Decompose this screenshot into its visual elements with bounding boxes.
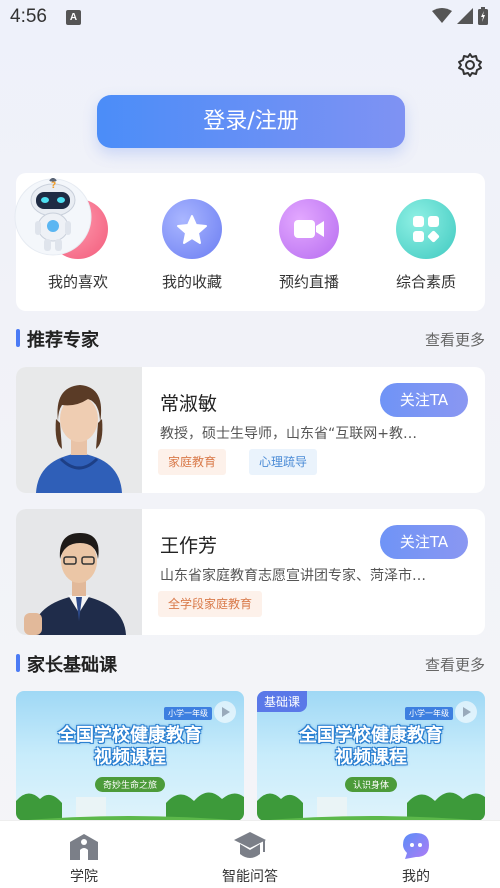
course-subtitle: 认识身体: [257, 773, 485, 792]
login-register-button[interactable]: 登录/注册: [97, 95, 405, 148]
course-card[interactable]: 基础课 小学一年级 全国学校健康教育 视频课程 认识身体: [257, 691, 485, 821]
courses-more-link[interactable]: 查看更多: [425, 654, 485, 675]
expert-tag: 家庭教育: [158, 449, 227, 475]
course-title-line2: 视频课程: [94, 747, 166, 768]
course-title-line2: 视频课程: [335, 747, 407, 768]
course-grade: 小学一年级: [405, 707, 453, 720]
play-icon[interactable]: [214, 701, 236, 723]
course-subtitle-text: 认识身体: [344, 777, 397, 792]
video-icon: [279, 199, 339, 259]
notification-icon: A: [66, 10, 81, 25]
quick-action-favorites[interactable]: 我的收藏: [142, 199, 242, 292]
expert-tag: 全学段家庭教育: [158, 591, 263, 617]
wifi-icon: [432, 8, 452, 23]
status-time: 4:56: [10, 6, 47, 27]
experts-more-link[interactable]: 查看更多: [425, 329, 485, 350]
academy-icon: [67, 829, 101, 863]
course-title: 全国学校健康教育 视频课程: [257, 725, 485, 769]
chat-bubble-icon: [399, 829, 433, 863]
tab-label: 学院: [70, 869, 98, 885]
expert-description: 山东省家庭教育志愿宣讲团专家、菏泽市…: [160, 568, 426, 584]
star-icon: [162, 199, 222, 259]
quick-action-label: 我的喜欢: [47, 273, 108, 291]
gear-icon[interactable]: [457, 52, 483, 78]
course-card[interactable]: 小学一年级 全国学校健康教育 视频课程 奇妙生命之旅: [16, 691, 244, 821]
graduation-cap-icon: [233, 829, 267, 863]
tab-mine[interactable]: 我的: [366, 829, 466, 886]
robot-assistant-icon[interactable]: ?: [10, 176, 96, 258]
quick-action-live[interactable]: 预约直播: [259, 199, 359, 292]
expert-avatar: [16, 509, 142, 635]
tab-academy[interactable]: 学院: [34, 829, 134, 886]
quick-action-quality[interactable]: 综合素质: [376, 199, 476, 292]
tab-smart-qa[interactable]: 智能问答: [200, 829, 300, 886]
course-title: 全国学校健康教育 视频课程: [16, 725, 244, 769]
course-grade: 小学一年级: [164, 707, 212, 720]
bottom-tab-bar: 学院 智能问答 我的: [0, 820, 500, 888]
expert-name: 王作芳: [160, 535, 218, 557]
expert-card[interactable]: 王作芳 关注TA 山东省家庭教育志愿宣讲团专家、菏泽市… 全学段家庭教育: [16, 509, 485, 635]
play-icon[interactable]: [455, 701, 477, 723]
expert-avatar: [16, 367, 142, 493]
expert-tag: 心理疏导: [249, 449, 318, 475]
status-indicators: [432, 7, 488, 25]
quick-action-label: 预约直播: [278, 273, 339, 291]
follow-button[interactable]: 关注TA: [380, 525, 468, 559]
expert-card[interactable]: 常淑敏 关注TA 教授，硕士生导师，山东省“互联网+教… 家庭教育 心理疏导: [16, 367, 485, 493]
course-badge: 基础课: [257, 691, 308, 712]
expert-description: 教授，硕士生导师，山东省“互联网+教…: [160, 426, 417, 442]
experts-section-title: 推荐专家: [16, 326, 99, 352]
follow-button[interactable]: 关注TA: [380, 383, 468, 417]
quick-action-label: 综合素质: [395, 273, 456, 291]
svg-text:?: ?: [51, 181, 56, 191]
course-subtitle-text: 奇妙生命之旅: [94, 777, 165, 792]
quick-action-label: 我的收藏: [161, 273, 222, 291]
courses-section-title: 家长基础课: [16, 651, 117, 677]
tab-label: 智能问答: [222, 869, 278, 885]
tab-label: 我的: [402, 869, 430, 885]
course-title-line1: 全国学校健康教育: [299, 725, 443, 746]
signal-icon: [457, 8, 473, 24]
expert-name: 常淑敏: [160, 393, 218, 415]
battery-icon: [478, 7, 488, 25]
grid-icon: [396, 199, 456, 259]
course-subtitle: 奇妙生命之旅: [16, 773, 244, 792]
course-title-line1: 全国学校健康教育: [58, 725, 202, 746]
status-bar: 4:56 A: [0, 0, 500, 36]
